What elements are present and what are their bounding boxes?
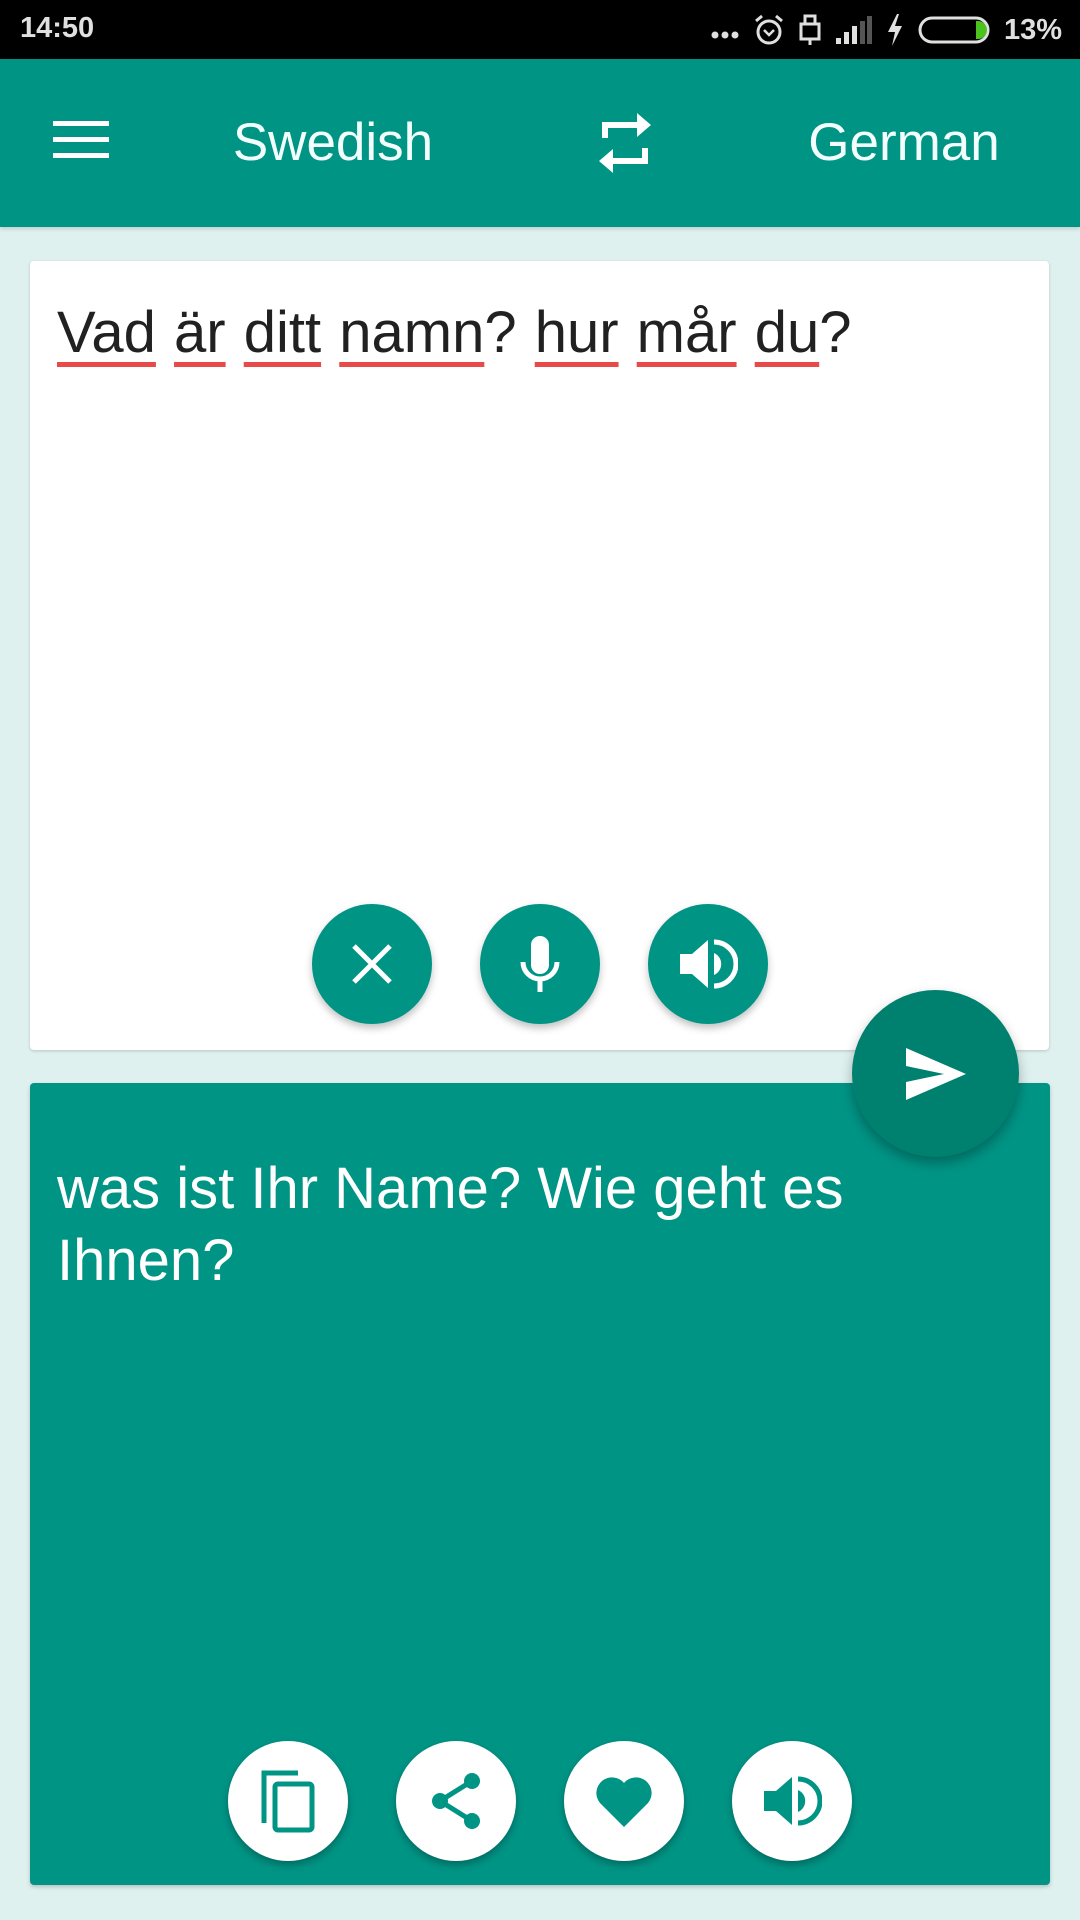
status-time: 14:50: [20, 12, 95, 44]
target-language-selector[interactable]: German: [764, 103, 1044, 183]
source-text-card: Vad är ditt namn? hur mår du?: [30, 261, 1049, 1050]
source-word: hur: [534, 300, 619, 365]
speaker-icon: [764, 1776, 822, 1826]
source-punct: ?: [484, 300, 517, 365]
speak-source-button[interactable]: [648, 904, 768, 1024]
close-icon: [352, 944, 392, 984]
copy-icon: [261, 1770, 315, 1833]
usb-lock-icon: [799, 14, 821, 45]
source-word: ditt: [243, 300, 322, 365]
translation-actions: [30, 1741, 1050, 1861]
signal-icon: [835, 16, 872, 44]
source-word: namn: [339, 300, 485, 365]
translation-text: was ist Ihr Name? Wie geht es Ihnen?: [57, 1156, 844, 1293]
source-word: du: [754, 300, 820, 365]
share-button[interactable]: [396, 1741, 516, 1861]
status-icons: 13%: [710, 10, 1062, 50]
clear-button[interactable]: [312, 904, 432, 1024]
source-language-selector[interactable]: Swedish: [193, 103, 473, 183]
voice-input-button[interactable]: [480, 904, 600, 1024]
hamburger-menu-icon: [53, 121, 109, 158]
send-icon: [905, 1047, 966, 1100]
source-punct: ?: [819, 300, 852, 365]
app-bar: Swedish German: [0, 59, 1080, 227]
alarm-icon: [754, 14, 783, 45]
swap-languages-icon: [599, 113, 651, 173]
battery-icon: [918, 16, 990, 44]
speak-translation-button[interactable]: [732, 1741, 852, 1861]
menu-button[interactable]: [44, 103, 118, 177]
source-text-input[interactable]: Vad är ditt namn? hur mår du?: [57, 297, 1019, 369]
heart-icon: [596, 1777, 652, 1827]
translation-card: was ist Ihr Name? Wie geht es Ihnen?: [30, 1083, 1050, 1885]
microphone-icon: [520, 936, 560, 992]
translate-button[interactable]: [852, 990, 1019, 1157]
copy-button[interactable]: [228, 1741, 348, 1861]
speaker-icon: [680, 939, 738, 989]
source-word: mår: [636, 300, 737, 365]
charging-icon: [887, 14, 902, 46]
more-notifications-icon: [711, 31, 739, 39]
battery-percent: 13%: [1003, 13, 1062, 46]
share-icon: [432, 1773, 480, 1829]
favorite-button[interactable]: [564, 1741, 684, 1861]
source-word: Vad: [57, 300, 156, 365]
swap-languages-button[interactable]: [585, 103, 665, 183]
status-bar: 14:50 13%: [0, 0, 1080, 59]
source-word: är: [174, 300, 226, 365]
